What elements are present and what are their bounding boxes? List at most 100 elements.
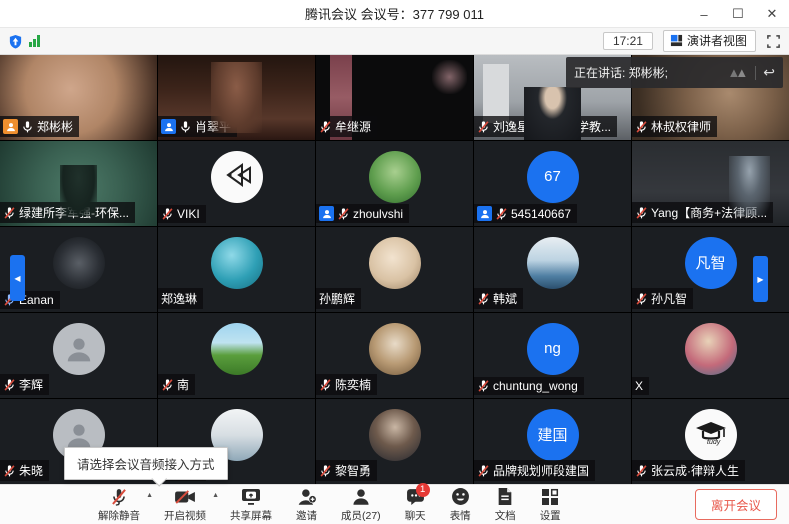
mic-muted-icon (477, 464, 490, 478)
mic-muted-icon (635, 206, 648, 220)
avatar: 67 (526, 150, 579, 203)
toolbar-button[interactable]: 邀请 (296, 487, 317, 523)
participant-tile[interactable]: 黎智勇 (316, 399, 473, 484)
previous-page-arrow[interactable]: ◀ (10, 255, 25, 301)
participant-tile[interactable]: 建国品牌规划师段建国 (474, 399, 631, 484)
participant-tile[interactable]: 肖翠平 (158, 55, 315, 140)
meeting-toolbar-top: 17:21 演讲者视图 (0, 28, 789, 55)
participant-tile[interactable]: ng chuntung_wong (474, 313, 631, 398)
participant-name-tag: 郑逸琳 (158, 288, 204, 309)
participant-tile[interactable]: 韩斌 (474, 227, 631, 312)
participant-name: 韩斌 (493, 292, 518, 306)
toolbar-button-label: 聊天 (404, 509, 426, 522)
avatar: 建国 (526, 408, 579, 461)
chevron-right-icon: ▶ (757, 274, 764, 284)
speaker-view-button[interactable]: 演讲者视图 (662, 30, 756, 52)
emoji-icon (451, 487, 470, 507)
participant-name-tag: 品牌规划师段建国 (474, 460, 596, 481)
mic-muted-icon (319, 120, 332, 134)
participant-tile[interactable]: 陈奕楠 (316, 313, 473, 398)
viki-logo-icon (222, 162, 252, 192)
watermark-icon: ▲ ▲ (727, 65, 749, 80)
participant-name: chuntung_wong (493, 379, 578, 393)
participant-tile[interactable]: 绿建所李军强-环保... (0, 141, 157, 226)
avatar: ng (526, 322, 579, 375)
participant-tile[interactable]: zhoulvshi (316, 141, 473, 226)
toolbar-button-label: 邀请 (296, 509, 317, 522)
toolbar-button[interactable]: 文档 (495, 487, 516, 523)
participant-name: VIKI (177, 207, 200, 221)
participant-name: 545140667 (511, 206, 572, 221)
next-page-arrow[interactable]: ▶ (753, 256, 768, 302)
participant-name: 绿建所李军强-环保... (19, 206, 129, 220)
graduation-cap-icon: tudy (694, 420, 728, 450)
speaker-view-icon (670, 34, 683, 47)
mic-muted-icon (635, 464, 648, 478)
participant-name: 郑逸琳 (161, 292, 198, 306)
toolbar-button[interactable]: 成员(27) (341, 487, 381, 523)
participant-tile[interactable]: 孙鹏辉 (316, 227, 473, 312)
participant-name-tag: 陈奕楠 (316, 374, 378, 395)
mic-muted-icon (337, 207, 350, 221)
participant-name-tag: 黎智勇 (316, 460, 378, 481)
toolbar-button-label: 开启视频 (164, 509, 206, 522)
mic-muted-icon (161, 378, 174, 392)
title-bar: 腾讯会议 会议号：377 799 011 – ☐ ✕ (0, 0, 789, 28)
participant-tile[interactable]: tudy 张云成·律辩人生 (632, 399, 789, 484)
participant-name-tag: 朱晓 (0, 460, 50, 481)
toolbar-button-label: 设置 (539, 509, 561, 522)
participant-tile[interactable]: 67 545140667 (474, 141, 631, 226)
participant-name-tag: 545140667 (474, 204, 578, 223)
participant-name-tag: zhoulvshi (316, 204, 410, 223)
mic-muted-icon (319, 378, 332, 392)
chevron-up-icon[interactable]: ▲ (146, 492, 153, 499)
participant-tile[interactable]: 牟继源 (316, 55, 473, 140)
invite-icon (297, 487, 317, 507)
avatar: 凡智 (684, 236, 737, 289)
mic-muted-icon (495, 207, 508, 221)
participant-name: 南 (177, 378, 190, 392)
chevron-up-icon[interactable]: ▲ (212, 492, 219, 499)
mic-muted-icon (3, 378, 16, 392)
avatar (210, 322, 263, 375)
participant-tile[interactable]: 郑彬彬 (0, 55, 157, 140)
svg-text:tudy: tudy (707, 439, 721, 446)
participant-name: 品牌规划师段建国 (493, 464, 590, 478)
mic-muted-icon (477, 292, 490, 306)
participant-tile[interactable]: 郑逸琳 (158, 227, 315, 312)
participant-tile[interactable]: 南 (158, 313, 315, 398)
participant-name-tag: 郑彬彬 (0, 116, 80, 137)
participant-name: 黎智勇 (335, 464, 372, 478)
mic-on-icon (179, 120, 192, 134)
docs-icon (497, 487, 513, 507)
participant-name: 李辉 (19, 378, 44, 392)
maximize-button[interactable]: ☐ (721, 0, 755, 28)
toolbar-button-label: 文档 (494, 509, 516, 522)
participant-tile[interactable]: 李辉 (0, 313, 157, 398)
participant-tile[interactable]: VIKI (158, 141, 315, 226)
settings-icon (541, 487, 559, 507)
chat-button[interactable]: 聊天 1 (404, 482, 430, 523)
toolbar-button[interactable]: 开启视频 ▲ (164, 487, 219, 523)
reply-arrow-icon[interactable]: ↩ (763, 64, 775, 81)
participant-name: 孙鹏辉 (319, 292, 356, 306)
participant-name: Yang【商务+法律顾... (651, 206, 768, 220)
toolbar-button[interactable]: 共享屏幕 (230, 487, 272, 523)
toolbar-button[interactable]: 表情 (450, 487, 471, 523)
participant-name-tag: 肖翠平 (158, 116, 238, 137)
participant-tile[interactable]: X (632, 313, 789, 398)
toolbar-button[interactable]: 解除静音 ▲ (98, 487, 153, 523)
fullscreen-icon[interactable] (766, 34, 781, 49)
participant-name-tag: 刘逸星律师、法学教... (474, 116, 618, 137)
toolbar-button-label: 解除静音 (98, 509, 140, 522)
participant-name: 朱晓 (19, 464, 44, 478)
toolbar-button[interactable]: 设置 (540, 487, 561, 523)
camera-off-icon (174, 487, 196, 507)
leave-meeting-button[interactable]: 离开会议 (694, 489, 777, 520)
participant-name: 牟继源 (335, 120, 372, 134)
participant-tile[interactable]: Yang【商务+法律顾... (632, 141, 789, 226)
close-button[interactable]: ✕ (755, 0, 789, 28)
shield-icon[interactable] (8, 34, 23, 49)
avatar: tudy (684, 408, 737, 461)
minimize-button[interactable]: – (687, 0, 721, 28)
